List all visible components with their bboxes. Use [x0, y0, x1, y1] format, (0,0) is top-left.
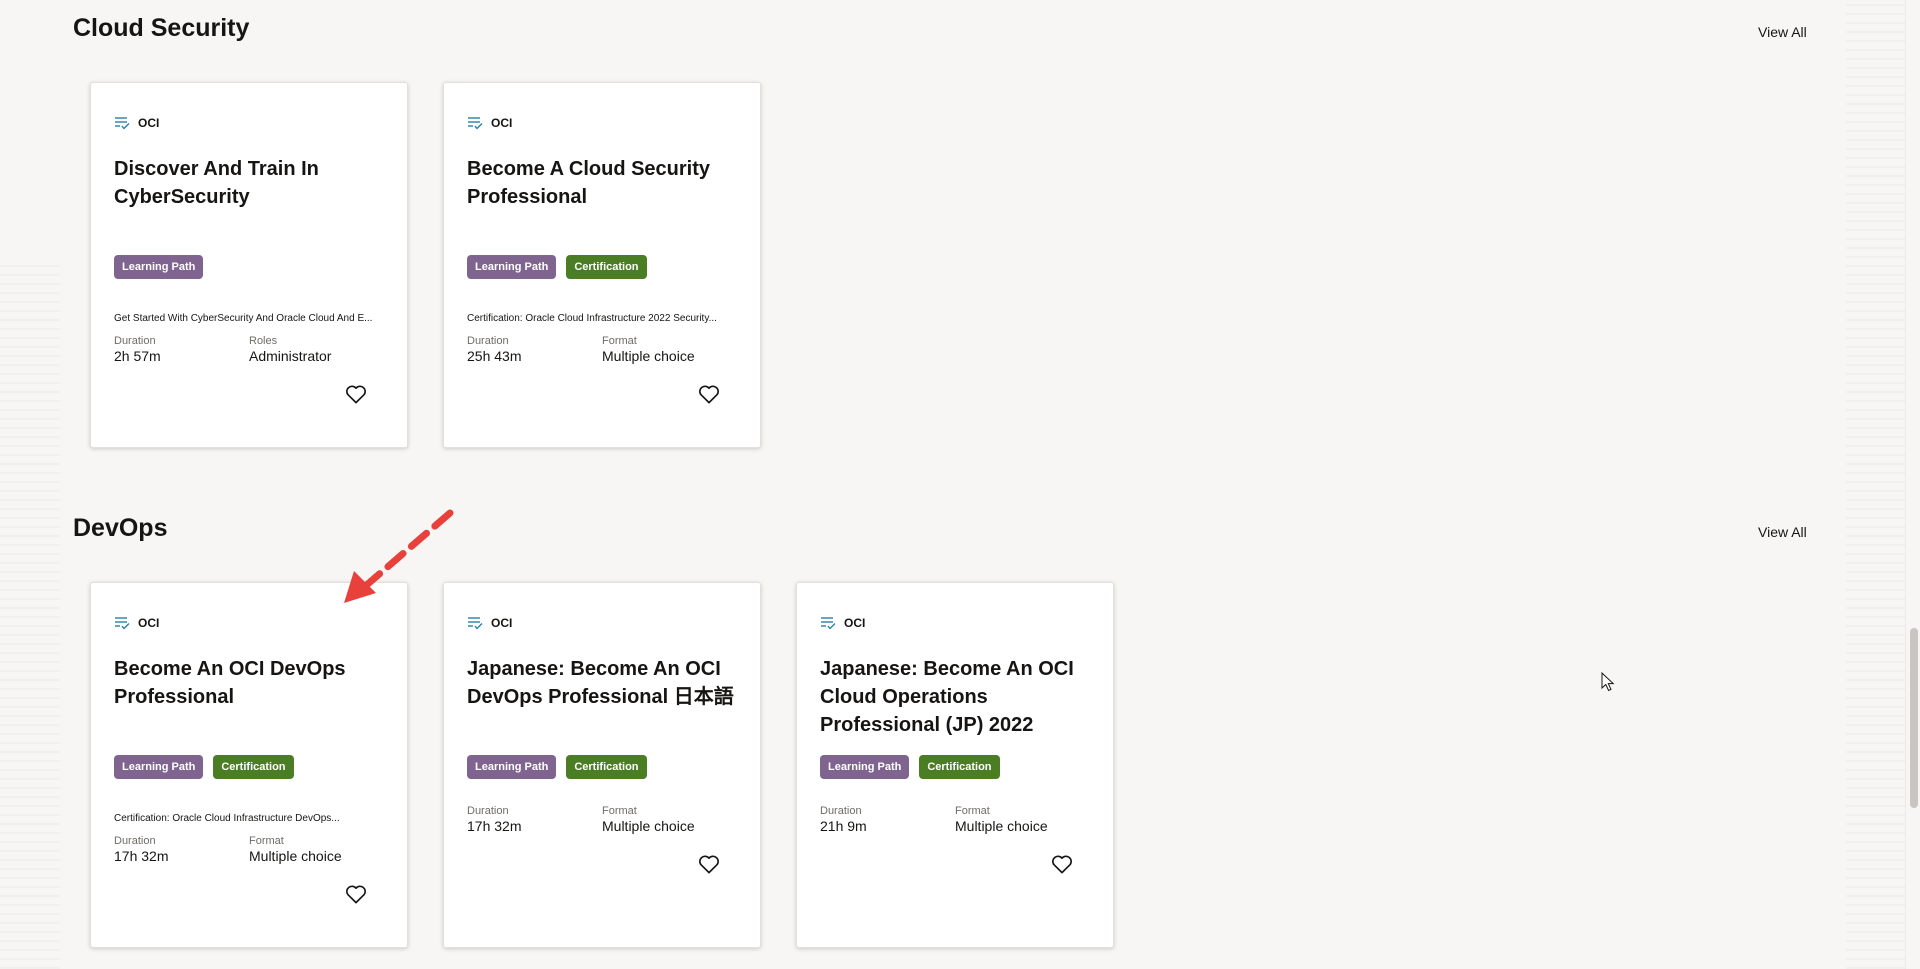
scrollbar[interactable]	[1905, 0, 1920, 969]
badge-certification: Certification	[919, 755, 1000, 779]
badge-certification: Certification	[566, 255, 647, 279]
card-tag-label: OCI	[491, 616, 513, 630]
card-meta: Duration 17h 32m Format Multiple choice	[467, 804, 737, 835]
checklist-icon	[114, 116, 130, 130]
checklist-icon	[114, 616, 130, 630]
card-meta: Duration 25h 43m Format Multiple choice	[467, 334, 737, 365]
scrollbar-thumb[interactable]	[1910, 628, 1918, 808]
card-tag: OCI	[820, 616, 865, 630]
card-tag: OCI	[467, 116, 512, 130]
meta-value: 17h 32m	[114, 848, 169, 864]
meta-label: Format	[602, 805, 637, 817]
section-cloud-security: Cloud Security View All OCI Discover And…	[73, 14, 1813, 454]
meta-value: Multiple choice	[955, 818, 1048, 834]
heart-outline-icon[interactable]	[698, 854, 722, 876]
meta-value: 17h 32m	[467, 818, 522, 834]
meta-value: 2h 57m	[114, 348, 161, 364]
badge-learning-path: Learning Path	[820, 755, 910, 779]
card-tag-label: OCI	[138, 116, 160, 130]
card-title[interactable]: Japanese: Become An OCI Cloud Operations…	[820, 655, 1100, 739]
meta-value: 25h 43m	[467, 348, 522, 364]
meta-label: Format	[249, 835, 284, 847]
badge-group: Learning Path Certification	[114, 755, 294, 779]
card-description: Certification: Oracle Cloud Infrastructu…	[467, 313, 717, 324]
badge-learning-path: Learning Path	[467, 755, 557, 779]
meta-value: 21h 9m	[820, 818, 867, 834]
meta-label: Format	[602, 335, 637, 347]
card-meta: Duration 17h 32m Format Multiple choice	[114, 834, 384, 865]
meta-value: Multiple choice	[602, 818, 695, 834]
card-tag-label: OCI	[844, 616, 866, 630]
checklist-icon	[467, 116, 483, 130]
section-title: Cloud Security	[73, 14, 250, 42]
meta-value: Administrator	[249, 348, 332, 364]
meta-value: Multiple choice	[249, 848, 342, 864]
meta-label: Format	[955, 805, 990, 817]
badge-learning-path: Learning Path	[114, 255, 204, 279]
card-title[interactable]: Become A Cloud Security Professional	[467, 155, 747, 211]
meta-value: Multiple choice	[602, 348, 695, 364]
card-tag-label: OCI	[138, 616, 160, 630]
card-tag: OCI	[114, 116, 159, 130]
badge-learning-path: Learning Path	[467, 255, 557, 279]
badge-group: Learning Path	[114, 255, 204, 279]
checklist-icon	[820, 616, 836, 630]
card-description: Get Started With CyberSecurity And Oracl…	[114, 313, 373, 324]
card-meta: Duration 21h 9m Format Multiple choice	[820, 804, 1090, 835]
card-tag: OCI	[114, 616, 159, 630]
course-card[interactable]: OCI Become A Cloud Security Professional…	[443, 82, 761, 448]
course-card[interactable]: OCI Japanese: Become An OCI Cloud Operat…	[796, 582, 1114, 948]
badge-group: Learning Path Certification	[820, 755, 1000, 779]
meta-label: Duration	[114, 335, 156, 347]
badge-learning-path: Learning Path	[114, 755, 204, 779]
course-card[interactable]: OCI Become An OCI DevOps Professional Le…	[90, 582, 408, 948]
meta-label: Duration	[467, 805, 509, 817]
card-meta: Duration 2h 57m Roles Administrator	[114, 334, 384, 365]
background-texture	[0, 260, 60, 969]
badge-certification: Certification	[566, 755, 647, 779]
badge-group: Learning Path Certification	[467, 255, 647, 279]
badge-group: Learning Path Certification	[467, 755, 647, 779]
mouse-cursor-icon	[1601, 671, 1615, 697]
heart-outline-icon[interactable]	[345, 884, 369, 906]
card-tag: OCI	[467, 616, 512, 630]
meta-label: Duration	[467, 335, 509, 347]
badge-certification: Certification	[213, 755, 294, 779]
course-card[interactable]: OCI Japanese: Become An OCI DevOps Profe…	[443, 582, 761, 948]
view-all-link[interactable]: View All	[1758, 24, 1807, 40]
card-description: Certification: Oracle Cloud Infrastructu…	[114, 813, 340, 824]
view-all-link[interactable]: View All	[1758, 524, 1807, 540]
heart-outline-icon[interactable]	[698, 384, 722, 406]
card-title[interactable]: Discover And Train In CyberSecurity	[114, 155, 394, 211]
meta-label: Duration	[820, 805, 862, 817]
meta-label: Roles	[249, 335, 278, 347]
card-tag-label: OCI	[491, 116, 513, 130]
heart-outline-icon[interactable]	[1051, 854, 1075, 876]
checklist-icon	[467, 616, 483, 630]
section-title: DevOps	[73, 514, 168, 542]
red-dashed-arrow-icon	[340, 505, 460, 610]
card-title[interactable]: Become An OCI DevOps Professional	[114, 655, 394, 711]
meta-label: Duration	[114, 835, 156, 847]
course-card[interactable]: OCI Discover And Train In CyberSecurity …	[90, 82, 408, 448]
heart-outline-icon[interactable]	[345, 384, 369, 406]
background-texture	[1846, 0, 1906, 969]
card-title[interactable]: Japanese: Become An OCI DevOps Professio…	[467, 655, 747, 711]
section-devops: DevOps View All OCI Become An OCI DevOps…	[73, 514, 1813, 969]
page: Cloud Security View All OCI Discover And…	[0, 0, 1920, 969]
